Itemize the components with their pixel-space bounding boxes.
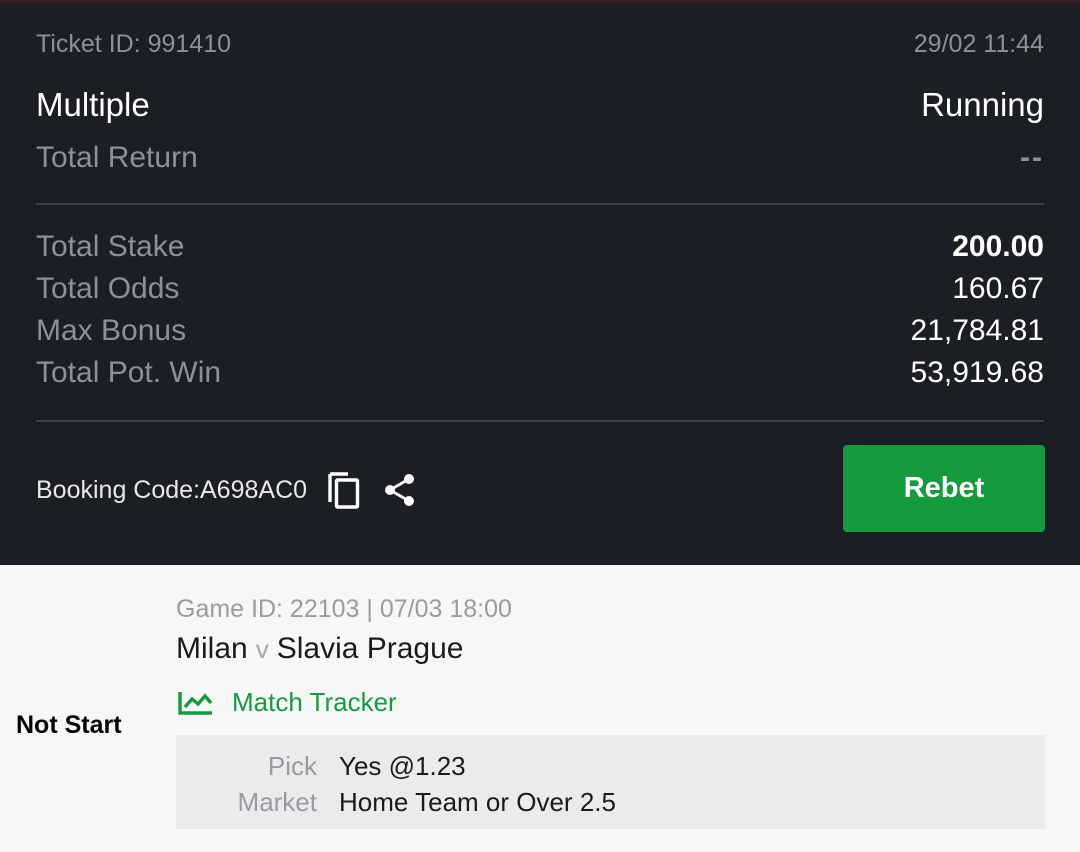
top-accent-bar [0,0,1080,3]
booking-code: Booking Code:A698AC0 [36,475,308,504]
stat-label: Total Stake [36,230,185,263]
pick-row: Pick Yes @1.23 [176,751,466,782]
ticket-id: Ticket ID: 991410 [36,29,232,58]
stat-row-stake: Total Stake 200.00 [36,226,1044,268]
pick-label: Pick [267,751,317,781]
stat-row-pot-win: Total Pot. Win 53,919.68 [36,352,1044,394]
copy-icon[interactable] [327,470,361,510]
stat-row-odds: Total Odds 160.67 [36,268,1044,310]
stat-label: Total Odds [36,272,180,305]
divider [36,420,1044,422]
stat-row-bonus: Max Bonus 21,784.81 [36,310,1044,352]
share-icon[interactable] [383,472,417,508]
bet-status: Running [921,86,1044,123]
stat-label: Max Bonus [36,314,187,347]
rebet-button[interactable]: Rebet [843,445,1045,532]
chart-line-icon [178,690,214,716]
stat-label: Total Pot. Win [36,356,222,389]
game-selection-card: Not Start Game ID: 22103 | 07/03 18:00 M… [0,565,1080,852]
match-state-label: Not Start [16,711,122,739]
versus-label: v [255,634,269,664]
ticket-stats: Total Stake 200.00 Total Odds 160.67 Max… [36,226,1044,394]
match-tracker-link[interactable]: Match Tracker [178,687,397,718]
pick-value: Yes @1.23 [339,751,466,781]
stat-value: 21,784.81 [910,314,1044,347]
pick-details: Pick Yes @1.23 Market Home Team or Over … [176,735,1045,829]
away-team: Slavia Prague [276,632,464,665]
stat-value: 53,919.68 [910,356,1044,389]
stat-value: 160.67 [952,272,1044,305]
booking-code-row: Booking Code:A698AC0 [36,468,417,512]
ticket-meta-row: Ticket ID: 991410 29/02 11:44 [36,28,1044,60]
market-row: Market Home Team or Over 2.5 [176,787,616,818]
market-label: Market [237,787,317,817]
match-tracker-label: Match Tracker [232,687,397,717]
total-return-label: Total Return [36,141,198,174]
bet-type: Multiple [36,86,150,123]
divider [36,203,1044,205]
ticket-datetime: 29/02 11:44 [913,29,1044,58]
market-value: Home Team or Over 2.5 [339,787,616,817]
game-meta: Game ID: 22103 | 07/03 18:00 [176,595,512,623]
ticket-status-row: Multiple Running [36,83,1044,127]
match-teams: Milan v Slavia Prague [176,632,464,666]
stat-value: 200.00 [952,230,1044,263]
total-return-value: -- [1020,141,1044,174]
total-return-row: Total Return -- [36,138,1044,178]
ticket-summary-panel: Ticket ID: 991410 29/02 11:44 Multiple R… [0,0,1080,565]
home-team: Milan [176,632,248,665]
